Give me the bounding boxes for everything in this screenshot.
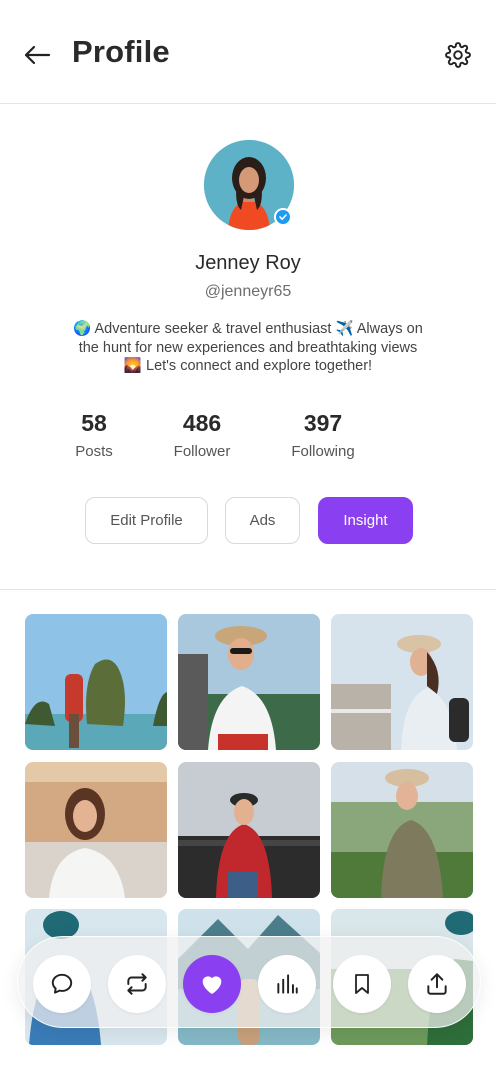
insight-button[interactable]: Insight bbox=[318, 497, 413, 544]
photo-woman-smiling-street[interactable] bbox=[25, 762, 167, 898]
share-button[interactable] bbox=[408, 955, 466, 1013]
back-button[interactable] bbox=[20, 38, 54, 72]
bookmark-button[interactable] bbox=[333, 955, 391, 1013]
verified-badge-icon bbox=[274, 208, 292, 226]
photo-woman-red-jacket-bridge[interactable] bbox=[178, 762, 320, 898]
analytics-button[interactable] bbox=[258, 955, 316, 1013]
section-divider bbox=[0, 589, 496, 590]
posts-label: Posts bbox=[75, 443, 113, 460]
share-upload-icon bbox=[427, 973, 447, 995]
page-title: Profile bbox=[72, 34, 170, 69]
profile-bio: 🌍 Adventure seeker & travel enthusiast ✈… bbox=[73, 321, 423, 374]
stat-posts[interactable]: 58 Posts bbox=[64, 410, 124, 460]
repost-button[interactable] bbox=[108, 955, 166, 1013]
stat-following[interactable]: 397 Following bbox=[284, 410, 362, 460]
ads-button[interactable]: Ads bbox=[225, 497, 300, 544]
arrow-left-icon bbox=[24, 45, 51, 65]
photo-woman-hat-terrace[interactable] bbox=[331, 614, 473, 750]
profile-name: Jenney Roy bbox=[195, 252, 301, 274]
heart-icon bbox=[202, 976, 222, 994]
photo-rock-island-backpacker[interactable] bbox=[25, 614, 167, 750]
followers-label: Follower bbox=[173, 443, 231, 460]
bar-chart-icon bbox=[277, 974, 298, 994]
followers-count: 486 bbox=[182, 410, 222, 436]
comment-icon bbox=[51, 973, 73, 994]
photo-woman-hat-hills[interactable] bbox=[331, 762, 473, 898]
like-button[interactable] bbox=[183, 955, 241, 1013]
bottom-nav-bar bbox=[17, 936, 481, 1028]
edit-profile-button[interactable]: Edit Profile bbox=[85, 497, 208, 544]
settings-button[interactable] bbox=[441, 38, 475, 72]
following-count: 397 bbox=[303, 410, 343, 436]
bookmark-icon bbox=[355, 974, 369, 994]
app-header: Profile bbox=[0, 0, 496, 104]
profile-avatar[interactable] bbox=[204, 140, 294, 230]
comment-button[interactable] bbox=[33, 955, 91, 1013]
profile-handle: @jenneyr65 bbox=[204, 283, 292, 300]
gear-icon bbox=[445, 42, 471, 68]
posts-count: 58 bbox=[81, 410, 107, 436]
repost-icon bbox=[127, 973, 147, 995]
following-label: Following bbox=[291, 443, 355, 460]
stat-followers[interactable]: 486 Follower bbox=[166, 410, 238, 460]
photo-woman-sunglasses-hat[interactable] bbox=[178, 614, 320, 750]
